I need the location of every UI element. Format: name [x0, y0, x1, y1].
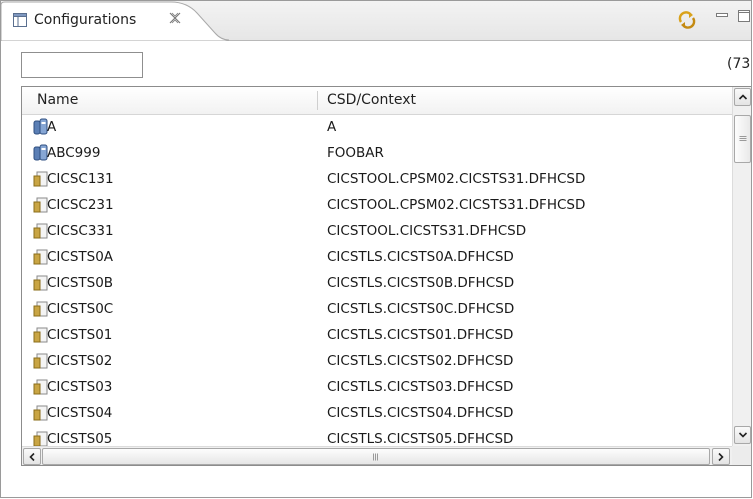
minimize-icon[interactable]	[716, 10, 728, 20]
table-row[interactable]: CICSC131 CICSTOOL.CPSM02.CICSTS31.DFHCSD	[22, 166, 732, 192]
column-header-name[interactable]: Name	[37, 87, 78, 114]
scroll-right-button[interactable]	[712, 448, 730, 465]
maximize-icon[interactable]	[738, 10, 750, 22]
csd-cell: CICSTLS.CICSTS03.DFHCSD	[327, 379, 514, 395]
table-row[interactable]: CICSTS01 CICSTLS.CICSTS01.DFHCSD	[22, 322, 732, 348]
chevron-up-icon	[738, 94, 747, 100]
chevron-left-icon	[29, 452, 35, 461]
horizontal-scroll-thumb[interactable]	[42, 448, 710, 465]
csd-cell: CICSTLS.CICSTS0A.DFHCSD	[327, 249, 514, 265]
table-row[interactable]: CICSTS03 CICSTLS.CICSTS03.DFHCSD	[22, 374, 732, 400]
csd-cell: CICSTOOL.CPSM02.CICSTS31.DFHCSD	[327, 171, 586, 187]
sync-icon[interactable]	[677, 10, 697, 30]
vertical-scroll-thumb[interactable]	[734, 115, 751, 163]
table-row[interactable]: A A	[22, 114, 732, 140]
horizontal-scrollbar[interactable]	[22, 446, 732, 465]
close-icon[interactable]	[169, 12, 181, 24]
table-row[interactable]: CICSTS05 CICSTLS.CICSTS05.DFHCSD	[22, 426, 732, 446]
configurations-view: Configurations (73) Name CSD/Context	[0, 0, 752, 498]
grip-icon	[739, 136, 746, 141]
table-row[interactable]: CICSTS02 CICSTLS.CICSTS02.DFHCSD	[22, 348, 732, 374]
csd-cell: CICSTOOL.CPSM02.CICSTS31.DFHCSD	[327, 197, 586, 213]
table-row[interactable]: ABC999 FOOBAR	[22, 140, 732, 166]
table-row[interactable]: CICSC331 CICSTOOL.CICSTS31.DFHCSD	[22, 218, 732, 244]
table-row[interactable]: CICSTS0A CICSTLS.CICSTS0A.DFHCSD	[22, 244, 732, 270]
table-row[interactable]: CICSTS0C CICSTLS.CICSTS0C.DFHCSD	[22, 296, 732, 322]
tab-label: Configurations	[34, 12, 137, 28]
column-divider[interactable]	[317, 91, 318, 110]
table-row[interactable]: CICSC231 CICSTOOL.CPSM02.CICSTS31.DFHCSD	[22, 192, 732, 218]
vertical-scrollbar[interactable]	[732, 87, 751, 446]
view-tab-bar: Configurations	[1, 1, 751, 41]
csd-cell: CICSTLS.CICSTS04.DFHCSD	[327, 405, 514, 421]
table-body: A A ABC999 FOOBAR CICSC131 CICSTOOL.CPSM…	[22, 114, 732, 446]
scroll-left-button[interactable]	[23, 448, 41, 465]
item-count: (73)	[727, 56, 751, 72]
table-view-icon	[13, 13, 27, 27]
table-row[interactable]: CICSTS0B CICSTLS.CICSTS0B.DFHCSD	[22, 270, 732, 296]
filter-input[interactable]	[21, 52, 143, 78]
table-header: Name CSD/Context	[22, 87, 732, 115]
chevron-right-icon	[718, 452, 724, 461]
csd-cell: CICSTLS.CICSTS05.DFHCSD	[327, 431, 514, 446]
configurations-table: Name CSD/Context A A ABC999 FOOBAR CICSC…	[21, 86, 751, 466]
csd-cell: CICSTOOL.CICSTS31.DFHCSD	[327, 223, 527, 239]
csd-cell: CICSTLS.CICSTS02.DFHCSD	[327, 353, 514, 369]
csd-cell: A	[327, 119, 337, 135]
tab-configurations[interactable]: Configurations	[1, 1, 229, 41]
csd-cell: FOOBAR	[327, 145, 384, 161]
csd-cell: CICSTLS.CICSTS01.DFHCSD	[327, 327, 514, 343]
column-header-csd-context[interactable]: CSD/Context	[327, 87, 416, 114]
chevron-down-icon	[738, 432, 747, 438]
grip-icon	[373, 453, 378, 460]
scroll-down-button[interactable]	[734, 426, 751, 444]
scroll-up-button[interactable]	[734, 88, 751, 106]
csd-cell: CICSTLS.CICSTS0B.DFHCSD	[327, 275, 515, 291]
table-row[interactable]: CICSTS04 CICSTLS.CICSTS04.DFHCSD	[22, 400, 732, 426]
scrollbar-corner	[732, 446, 751, 465]
csd-cell: CICSTLS.CICSTS0C.DFHCSD	[327, 301, 515, 317]
